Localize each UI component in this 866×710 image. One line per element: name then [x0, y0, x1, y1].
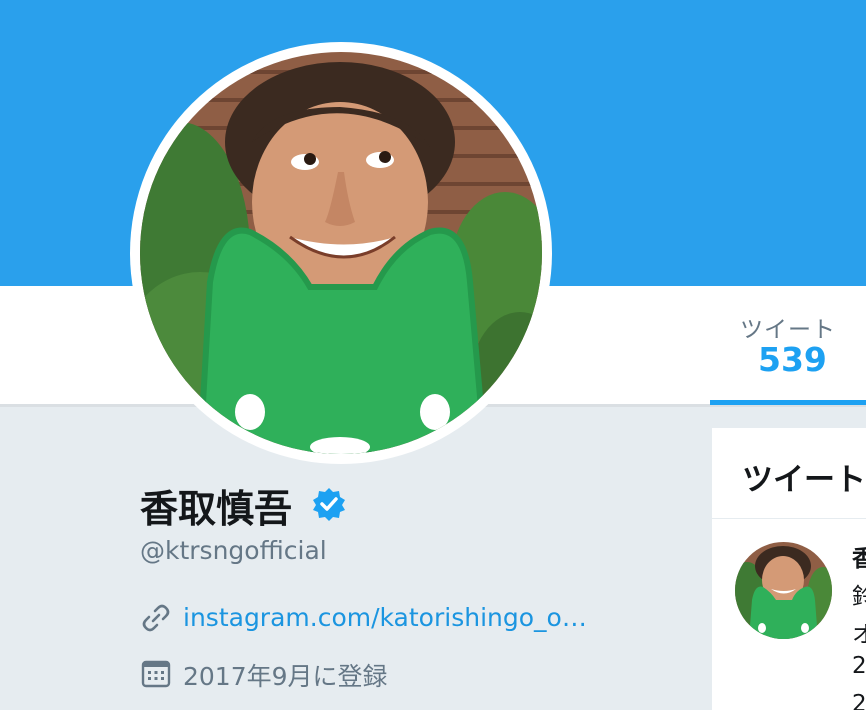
tab-tweets[interactable]: ツイート 539	[710, 286, 866, 405]
timeline-title: ツイート	[742, 462, 866, 498]
profile-website-text: instagram.com/katorishingo_o…	[183, 603, 587, 632]
verified-badge-icon	[312, 487, 346, 521]
tweet-text-line: 2	[852, 691, 866, 710]
avatar-photo-icon	[140, 52, 542, 454]
tweet-item[interactable]: 香 鈴 オ 2 2	[712, 519, 866, 710]
link-icon	[140, 602, 172, 634]
tweet-text-line: 鈴	[852, 584, 866, 610]
calendar-icon	[140, 657, 172, 689]
tweet-avatar-icon[interactable]	[735, 542, 832, 639]
join-date-text: 2017年9月に登録	[183, 662, 388, 691]
tweet-timeline: ツイート 香 鈴 オ 2 2	[712, 428, 866, 710]
profile-handle: @ktrsngofficial	[140, 536, 327, 565]
timeline-header: ツイート	[712, 428, 866, 519]
tab-active-indicator	[710, 400, 866, 405]
tweet-text-line: 2	[852, 653, 866, 679]
tab-tweets-count: 539	[758, 340, 827, 379]
tweet-author: 香	[852, 546, 866, 572]
profile-name: 香取慎吾	[140, 487, 293, 531]
tweet-text-line: オ	[852, 622, 866, 648]
profile-avatar[interactable]	[130, 42, 552, 464]
tab-tweets-label: ツイート	[740, 317, 836, 343]
